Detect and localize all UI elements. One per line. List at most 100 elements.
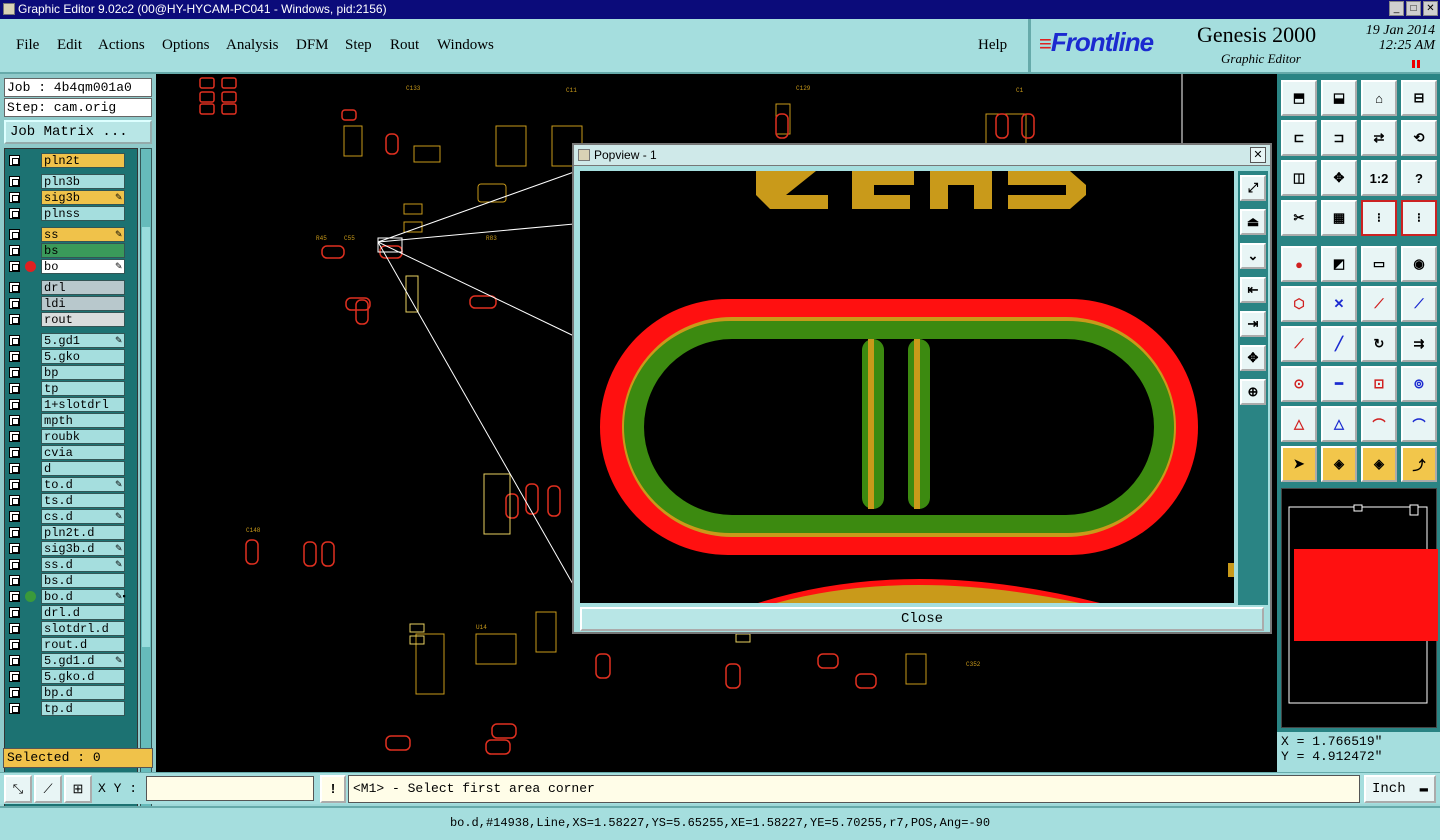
layer-row[interactable]: sig3b ✎ bbox=[7, 190, 137, 205]
layer-name[interactable]: ss bbox=[41, 227, 125, 242]
fit-icon[interactable]: ◫ bbox=[1281, 160, 1317, 196]
menu-file[interactable]: File bbox=[16, 37, 39, 54]
pointer-box2-icon[interactable]: ◈ bbox=[1361, 446, 1397, 482]
layer-name[interactable]: rout.d bbox=[41, 637, 125, 652]
layer-name[interactable]: cs.d bbox=[41, 509, 125, 524]
layer-row[interactable]: 1+slotdrl bbox=[7, 397, 137, 412]
layer-checkbox[interactable] bbox=[9, 623, 20, 634]
minimize-button[interactable]: _ bbox=[1389, 1, 1404, 16]
layer-row[interactable]: bp bbox=[7, 365, 137, 380]
layer-row[interactable]: drl.d bbox=[7, 605, 137, 620]
layer-checkbox[interactable] bbox=[9, 298, 20, 309]
snap-icon[interactable]: ◉ bbox=[1401, 246, 1437, 282]
layer-row[interactable]: cvia bbox=[7, 445, 137, 460]
measure-icon[interactable]: ▭ bbox=[1361, 246, 1397, 282]
layer-name[interactable]: tp bbox=[41, 381, 125, 396]
menu-actions[interactable]: Actions bbox=[98, 37, 145, 54]
layer-checkbox[interactable] bbox=[9, 591, 20, 602]
menu-dfm[interactable]: DFM bbox=[296, 37, 329, 54]
pointer-icon[interactable]: ➤ bbox=[1281, 446, 1317, 482]
save-icon[interactable]: ⬓ bbox=[1321, 80, 1357, 116]
layer-name[interactable]: sig3b bbox=[41, 190, 125, 205]
popview-right-icon[interactable]: ⇥ bbox=[1240, 311, 1266, 337]
layer-row[interactable]: pln2t bbox=[7, 153, 137, 168]
resize-icon[interactable]: ⊡ bbox=[1361, 366, 1397, 402]
layer-row[interactable]: drl bbox=[7, 280, 137, 295]
layer-row[interactable]: pln3b bbox=[7, 174, 137, 189]
tri2-icon[interactable]: △ bbox=[1321, 406, 1357, 442]
ratio-icon[interactable]: 1:2 bbox=[1361, 160, 1397, 196]
layer-name[interactable]: drl bbox=[41, 280, 125, 295]
popview-close-button[interactable]: Close bbox=[580, 607, 1264, 631]
popview-left-icon[interactable]: ⇤ bbox=[1240, 277, 1266, 303]
open-icon[interactable]: ⬒ bbox=[1281, 80, 1317, 116]
cross-icon[interactable]: ✕ bbox=[1321, 286, 1357, 322]
next-icon[interactable]: ⊐ bbox=[1321, 120, 1357, 156]
layer-row[interactable]: plnss bbox=[7, 206, 137, 221]
layer-row[interactable]: d bbox=[7, 461, 137, 476]
layer-name[interactable]: sig3b.d bbox=[41, 541, 125, 556]
arc-icon[interactable]: ◩ bbox=[1321, 246, 1357, 282]
popview-fit-icon[interactable]: ✥ bbox=[1240, 345, 1266, 371]
layer-row[interactable]: pln2t.d bbox=[7, 525, 137, 540]
layer-row[interactable]: ss.d ✎ bbox=[7, 557, 137, 572]
pan-icon[interactable]: ✂ bbox=[1281, 200, 1317, 236]
popview-titlebar[interactable]: Popview - 1 ✕ bbox=[574, 145, 1270, 166]
layer-checkbox[interactable] bbox=[9, 383, 20, 394]
layer-name[interactable]: pln2t bbox=[41, 153, 125, 168]
circles-icon[interactable]: ⊚ bbox=[1401, 366, 1437, 402]
layer-name[interactable]: tp.d bbox=[41, 701, 125, 716]
redraw-icon[interactable]: ⟲ bbox=[1401, 120, 1437, 156]
connect-icon[interactable]: ⬡ bbox=[1281, 286, 1317, 322]
flip-icon[interactable]: ⇉ bbox=[1401, 326, 1437, 362]
traffic-light-icon[interactable]: ⁝ bbox=[1361, 200, 1397, 236]
layer-row[interactable]: rout.d bbox=[7, 637, 137, 652]
swap-icon[interactable]: ⇄ bbox=[1361, 120, 1397, 156]
layer-name[interactable]: 5.gko.d bbox=[41, 669, 125, 684]
layer-name[interactable]: mpth bbox=[41, 413, 125, 428]
layer-name[interactable]: d bbox=[41, 461, 125, 476]
layer-checkbox[interactable] bbox=[9, 479, 20, 490]
layer-checkbox[interactable] bbox=[9, 229, 20, 240]
layer-row[interactable]: 5.gd1.d ✎ bbox=[7, 653, 137, 668]
layer-checkbox[interactable] bbox=[9, 543, 20, 554]
layer-checkbox[interactable] bbox=[9, 447, 20, 458]
unit-select[interactable]: Inch ▬ bbox=[1364, 775, 1436, 803]
select-icon[interactable]: ● bbox=[1281, 246, 1317, 282]
layers-icon[interactable]: ⁝ bbox=[1401, 200, 1437, 236]
layer-checkbox[interactable] bbox=[9, 703, 20, 714]
layer-name[interactable]: bs bbox=[41, 243, 125, 258]
layer-row[interactable]: 5.gko bbox=[7, 349, 137, 364]
layer-row[interactable]: sig3b.d ✎ bbox=[7, 541, 137, 556]
menu-rout[interactable]: Rout bbox=[390, 37, 419, 54]
layer-row[interactable]: ts.d bbox=[7, 493, 137, 508]
layer-name[interactable]: bo.d bbox=[41, 589, 125, 604]
layer-name[interactable]: bo bbox=[41, 259, 125, 274]
layer-row[interactable]: bs.d bbox=[7, 573, 137, 588]
layer-checkbox[interactable] bbox=[9, 511, 20, 522]
layer-name[interactable]: drl.d bbox=[41, 605, 125, 620]
menu-options[interactable]: Options bbox=[162, 37, 210, 54]
menu-windows[interactable]: Windows bbox=[437, 37, 494, 54]
popview-close-icon[interactable]: ✕ bbox=[1250, 147, 1266, 163]
pointer-box-icon[interactable]: ◈ bbox=[1321, 446, 1357, 482]
zoom-area-icon[interactable]: ⤡ bbox=[4, 775, 32, 803]
zoom-icon[interactable]: ✥ bbox=[1321, 160, 1357, 196]
layer-row[interactable]: bs bbox=[7, 243, 137, 258]
arch-icon[interactable]: ⌒ bbox=[1361, 406, 1397, 442]
menu-edit[interactable]: Edit bbox=[57, 37, 82, 54]
layer-name[interactable]: ss.d bbox=[41, 557, 125, 572]
layer-row[interactable]: ss ✎ bbox=[7, 227, 137, 242]
layer-name[interactable]: bp bbox=[41, 365, 125, 380]
layer-name[interactable]: rout bbox=[41, 312, 125, 327]
layer-checkbox[interactable] bbox=[9, 351, 20, 362]
maximize-button[interactable]: □ bbox=[1406, 1, 1421, 16]
layer-name[interactable]: 1+slotdrl bbox=[41, 397, 125, 412]
board-overview[interactable] bbox=[1281, 488, 1438, 728]
close-window-button[interactable]: ✕ bbox=[1423, 1, 1438, 16]
layer-row[interactable]: 5.gd1 ✎ bbox=[7, 333, 137, 348]
popview-zoom-out-icon[interactable]: ⤢ bbox=[1240, 175, 1266, 201]
warning-icon[interactable]: ! bbox=[320, 775, 346, 803]
layer-row[interactable]: to.d ✎ bbox=[7, 477, 137, 492]
layer-name[interactable]: 5.gd1.d bbox=[41, 653, 125, 668]
